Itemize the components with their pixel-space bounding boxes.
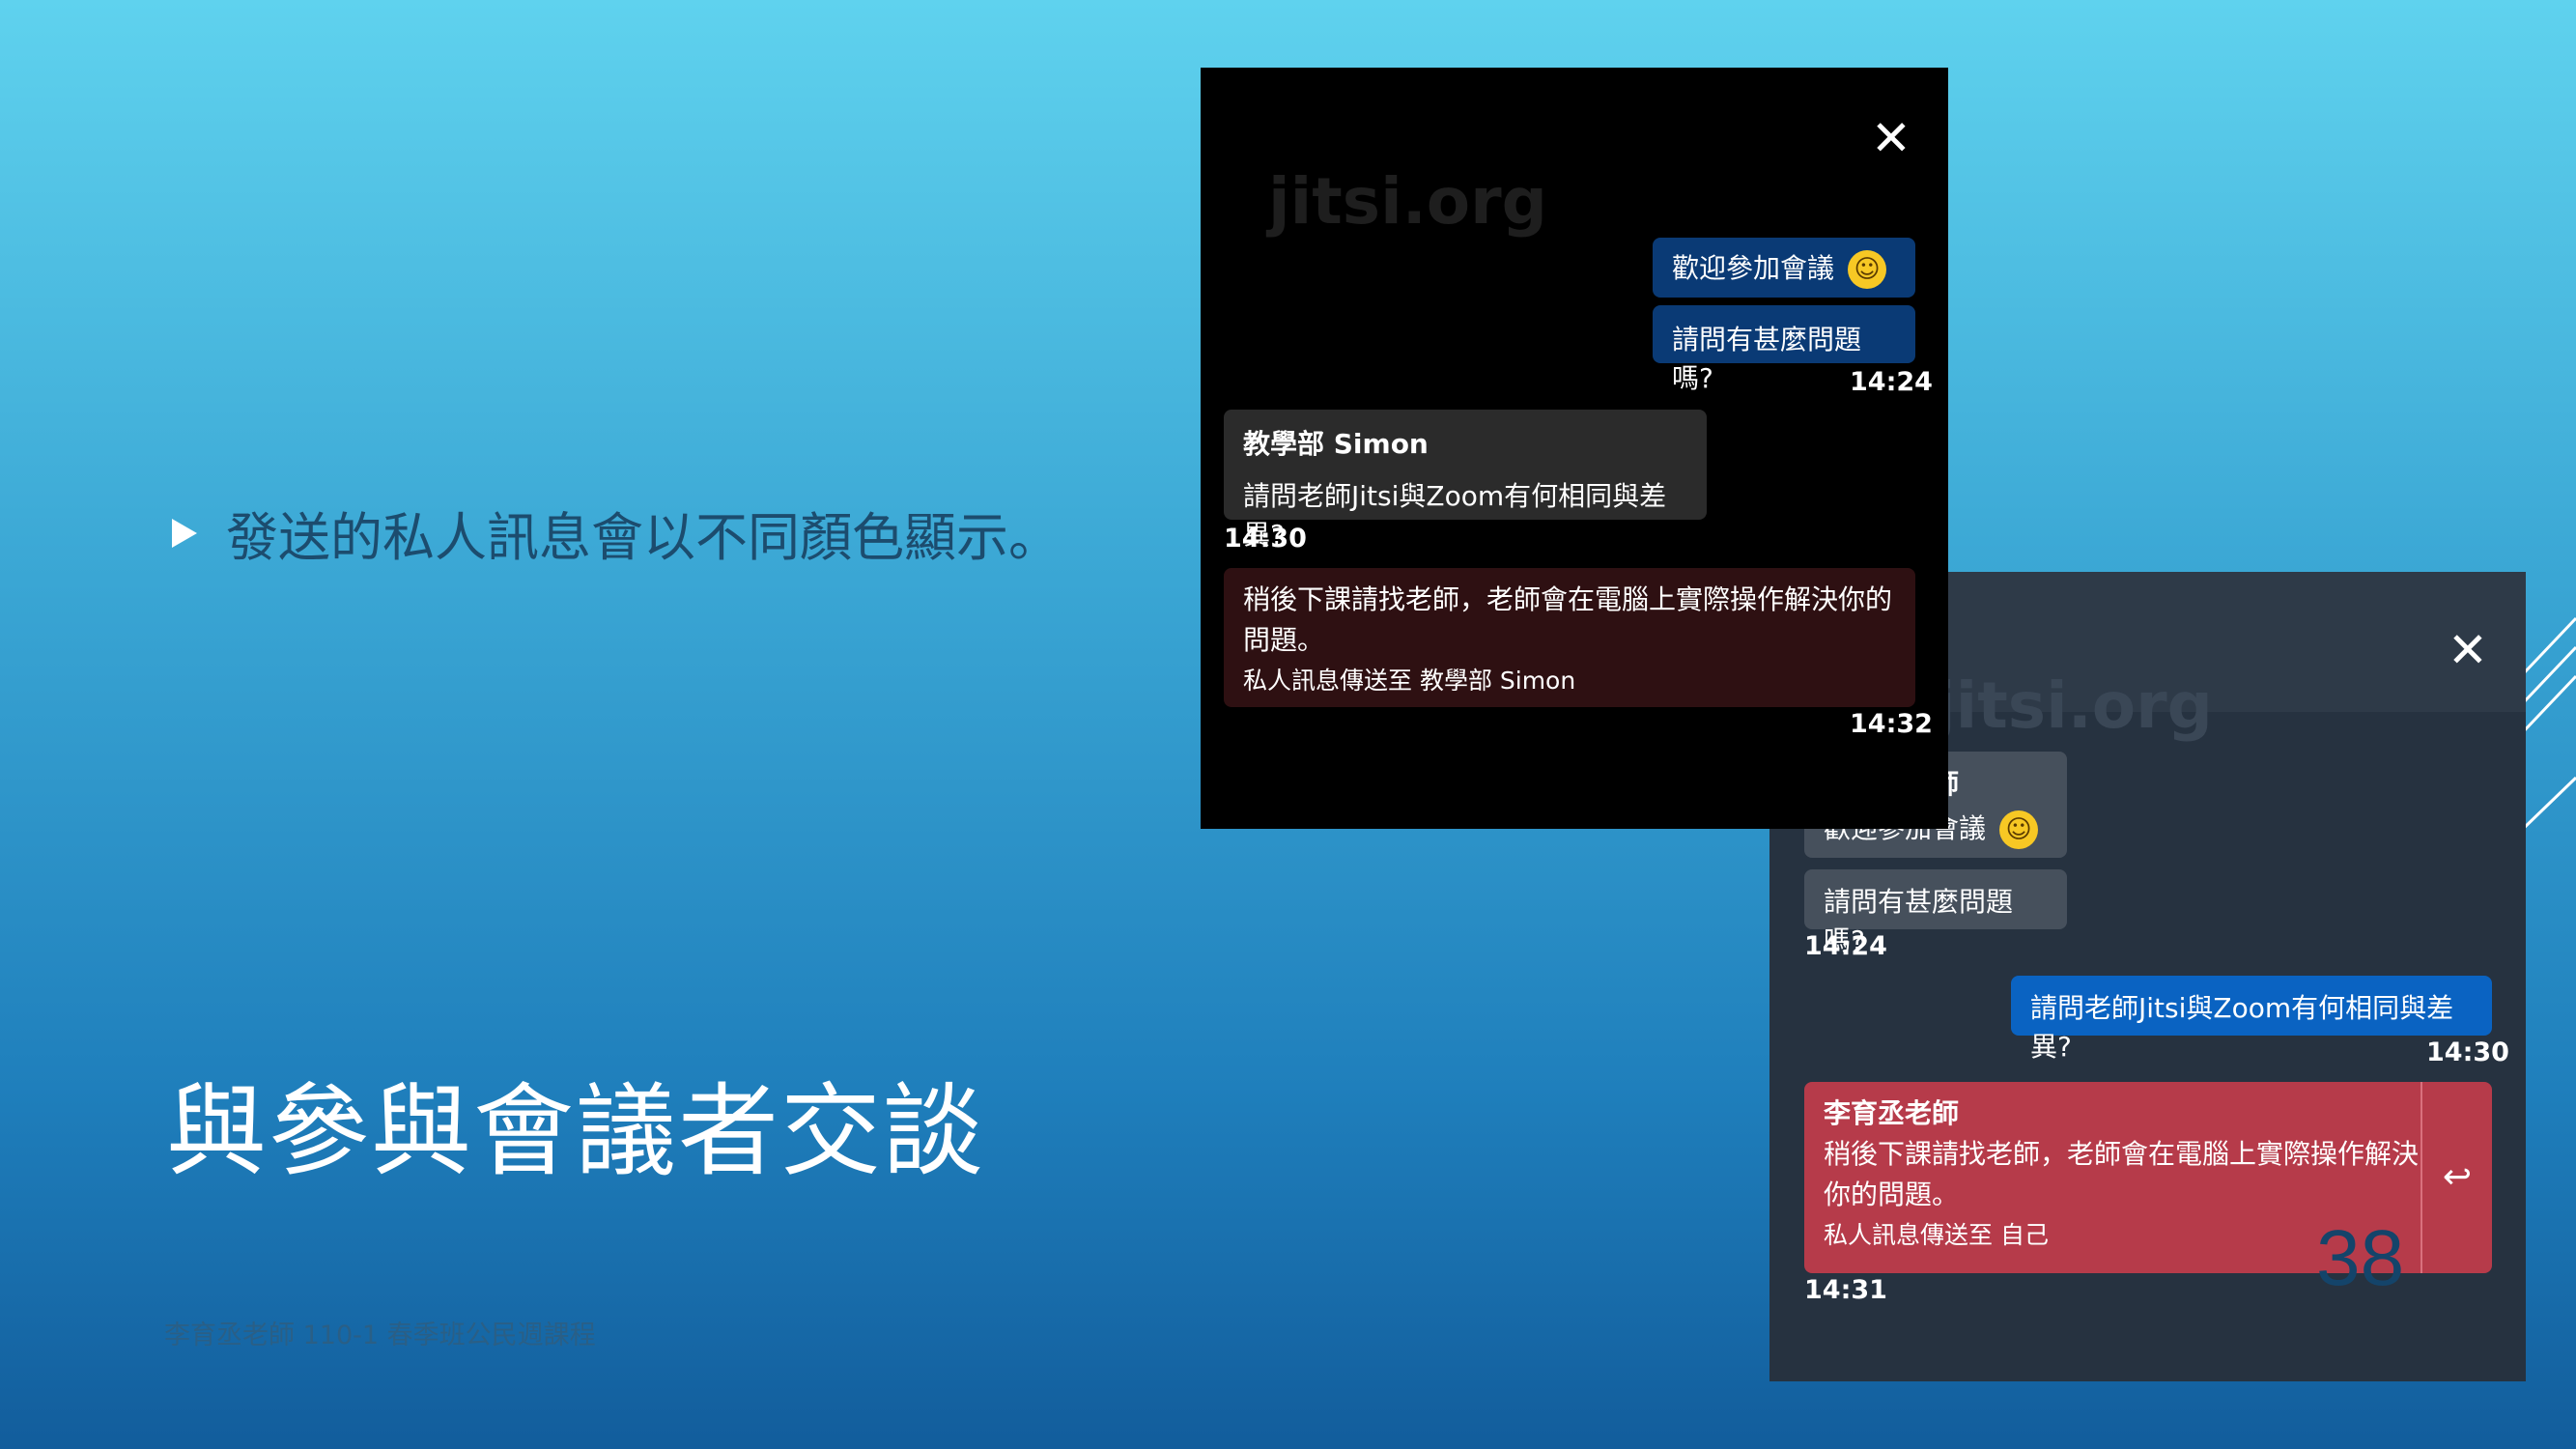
message-text-line: 稍後下課請找老師，老師會在電腦上實際操作解決: [1824, 1138, 2420, 1170]
message-timestamp: 14:24: [1804, 931, 1887, 961]
message-bubble-incoming: 教學部 Simon 請問老師Jitsi與Zoom有何相同與差異?: [1224, 410, 1707, 551]
chat-panel-sender: ✕ jitsi.org 歡迎參加會議 ☺ 請問有甚麼問題嗎? 14:24 教學部 …: [1201, 68, 1948, 829]
message-text: 歡迎參加會議: [1672, 252, 1835, 284]
message-timestamp: 14:30: [1224, 524, 1307, 554]
message-text: 請問老師Jitsi與Zoom有何相同與差異?: [2030, 992, 2454, 1063]
message-sender: 李育丞老師: [1824, 1097, 1960, 1129]
message-sender: 師: [1932, 763, 2048, 802]
message-text-line: 你的問題。: [1824, 1179, 1960, 1210]
private-message-bubble: 稍後下課請找老師，老師會在電腦上實際操作解決你的 問題。 私人訊息傳送至 教學部…: [1224, 568, 1915, 707]
slide-footer: 李育丞老師 110-1 春季班公民週課程: [164, 1321, 596, 1350]
bullet-text: 發送的私人訊息會以不同顏色顯示。: [226, 507, 1061, 568]
reply-icon[interactable]: ↩: [2420, 1082, 2492, 1273]
private-message-note: 私人訊息傳送至 教學部 Simon: [1243, 667, 1576, 695]
smiley-emoji-icon: ☺: [1848, 250, 1887, 289]
slide-title: 與參與會議者交談: [166, 1072, 986, 1190]
message-timestamp: 14:31: [1804, 1275, 1887, 1305]
message-text-line: 問題。: [1243, 624, 1325, 656]
message-timestamp: 14:24: [1850, 367, 1933, 397]
message-timestamp: 14:30: [2426, 1037, 2509, 1067]
message-text: 請問有甚麼問題嗎?: [1672, 324, 1862, 394]
close-icon[interactable]: ✕: [2448, 626, 2488, 674]
bullet-triangle-icon: [172, 518, 197, 548]
page-number: 38: [2316, 1214, 2405, 1302]
message-bubble-outgoing: 請問有甚麼問題嗎?: [1653, 305, 1915, 394]
close-icon[interactable]: ✕: [1871, 114, 1911, 162]
message-bubble-outgoing: 請問老師Jitsi與Zoom有何相同與差異?: [2011, 976, 2492, 1063]
message-bubble-incoming: 請問有甚麼問題嗎?: [1804, 869, 2067, 956]
message-bubble-outgoing: 歡迎參加會議 ☺: [1653, 238, 1915, 298]
message-timestamp: 14:32: [1850, 709, 1933, 739]
message-text-line: 稍後下課請找老師，老師會在電腦上實際操作解決你的: [1243, 583, 1893, 615]
smiley-emoji-icon: ☺: [1999, 810, 2039, 849]
jitsi-watermark: jitsi.org: [1934, 668, 2213, 743]
jitsi-watermark: jitsi.org: [1268, 164, 1547, 239]
message-sender: 教學部 Simon: [1243, 428, 1429, 460]
decorative-lines: [2521, 616, 2576, 833]
bullet-point: 發送的私人訊息會以不同顏色顯示。: [172, 495, 1061, 571]
